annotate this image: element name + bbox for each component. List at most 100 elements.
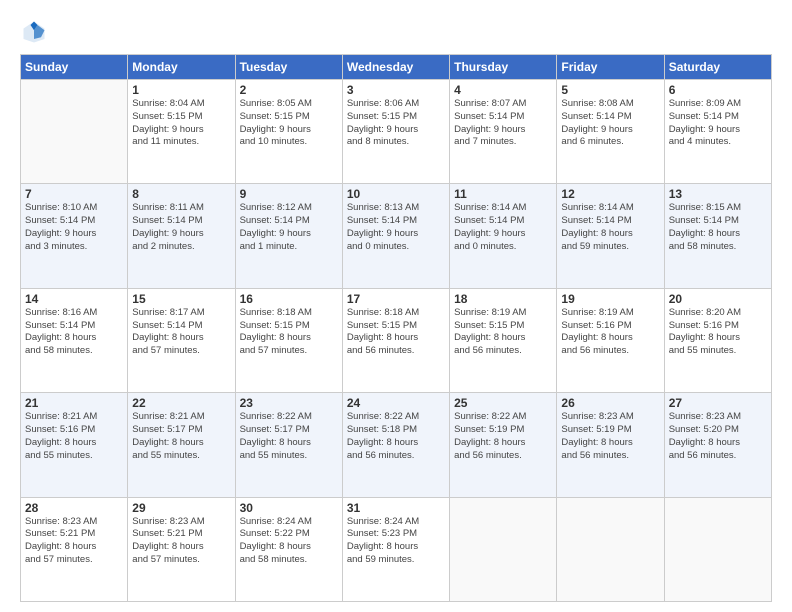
calendar-cell: 14Sunrise: 8:16 AM Sunset: 5:14 PM Dayli… [21, 288, 128, 392]
day-number: 24 [347, 396, 445, 410]
day-number: 27 [669, 396, 767, 410]
calendar-cell: 7Sunrise: 8:10 AM Sunset: 5:14 PM Daylig… [21, 184, 128, 288]
day-info: Sunrise: 8:19 AM Sunset: 5:15 PM Dayligh… [454, 307, 552, 358]
calendar-cell: 30Sunrise: 8:24 AM Sunset: 5:22 PM Dayli… [235, 497, 342, 601]
day-number: 10 [347, 187, 445, 201]
day-info: Sunrise: 8:14 AM Sunset: 5:14 PM Dayligh… [454, 202, 552, 253]
day-number: 4 [454, 83, 552, 97]
day-number: 13 [669, 187, 767, 201]
day-info: Sunrise: 8:15 AM Sunset: 5:14 PM Dayligh… [669, 202, 767, 253]
day-info: Sunrise: 8:18 AM Sunset: 5:15 PM Dayligh… [347, 307, 445, 358]
day-info: Sunrise: 8:24 AM Sunset: 5:23 PM Dayligh… [347, 516, 445, 567]
day-info: Sunrise: 8:22 AM Sunset: 5:19 PM Dayligh… [454, 411, 552, 462]
day-number: 17 [347, 292, 445, 306]
day-number: 16 [240, 292, 338, 306]
day-number: 22 [132, 396, 230, 410]
calendar-cell: 22Sunrise: 8:21 AM Sunset: 5:17 PM Dayli… [128, 393, 235, 497]
calendar-cell: 28Sunrise: 8:23 AM Sunset: 5:21 PM Dayli… [21, 497, 128, 601]
day-number: 6 [669, 83, 767, 97]
day-number: 25 [454, 396, 552, 410]
day-info: Sunrise: 8:21 AM Sunset: 5:16 PM Dayligh… [25, 411, 123, 462]
day-info: Sunrise: 8:22 AM Sunset: 5:18 PM Dayligh… [347, 411, 445, 462]
day-number: 18 [454, 292, 552, 306]
day-info: Sunrise: 8:04 AM Sunset: 5:15 PM Dayligh… [132, 98, 230, 149]
calendar-cell: 8Sunrise: 8:11 AM Sunset: 5:14 PM Daylig… [128, 184, 235, 288]
day-info: Sunrise: 8:23 AM Sunset: 5:21 PM Dayligh… [25, 516, 123, 567]
calendar-week-4: 21Sunrise: 8:21 AM Sunset: 5:16 PM Dayli… [21, 393, 772, 497]
calendar: SundayMondayTuesdayWednesdayThursdayFrid… [20, 54, 772, 602]
day-info: Sunrise: 8:07 AM Sunset: 5:14 PM Dayligh… [454, 98, 552, 149]
day-number: 26 [561, 396, 659, 410]
calendar-cell [557, 497, 664, 601]
day-number: 11 [454, 187, 552, 201]
page: SundayMondayTuesdayWednesdayThursdayFrid… [0, 0, 792, 612]
day-info: Sunrise: 8:17 AM Sunset: 5:14 PM Dayligh… [132, 307, 230, 358]
day-info: Sunrise: 8:18 AM Sunset: 5:15 PM Dayligh… [240, 307, 338, 358]
day-number: 1 [132, 83, 230, 97]
calendar-cell: 10Sunrise: 8:13 AM Sunset: 5:14 PM Dayli… [342, 184, 449, 288]
column-header-monday: Monday [128, 55, 235, 80]
day-info: Sunrise: 8:13 AM Sunset: 5:14 PM Dayligh… [347, 202, 445, 253]
day-info: Sunrise: 8:22 AM Sunset: 5:17 PM Dayligh… [240, 411, 338, 462]
calendar-cell: 2Sunrise: 8:05 AM Sunset: 5:15 PM Daylig… [235, 80, 342, 184]
logo [20, 18, 52, 46]
calendar-cell [664, 497, 771, 601]
calendar-cell: 17Sunrise: 8:18 AM Sunset: 5:15 PM Dayli… [342, 288, 449, 392]
day-number: 15 [132, 292, 230, 306]
calendar-cell: 24Sunrise: 8:22 AM Sunset: 5:18 PM Dayli… [342, 393, 449, 497]
day-number: 20 [669, 292, 767, 306]
day-info: Sunrise: 8:19 AM Sunset: 5:16 PM Dayligh… [561, 307, 659, 358]
calendar-cell: 26Sunrise: 8:23 AM Sunset: 5:19 PM Dayli… [557, 393, 664, 497]
day-info: Sunrise: 8:20 AM Sunset: 5:16 PM Dayligh… [669, 307, 767, 358]
day-info: Sunrise: 8:12 AM Sunset: 5:14 PM Dayligh… [240, 202, 338, 253]
day-info: Sunrise: 8:23 AM Sunset: 5:20 PM Dayligh… [669, 411, 767, 462]
calendar-cell: 25Sunrise: 8:22 AM Sunset: 5:19 PM Dayli… [450, 393, 557, 497]
day-number: 30 [240, 501, 338, 515]
day-number: 8 [132, 187, 230, 201]
calendar-cell: 13Sunrise: 8:15 AM Sunset: 5:14 PM Dayli… [664, 184, 771, 288]
calendar-week-1: 1Sunrise: 8:04 AM Sunset: 5:15 PM Daylig… [21, 80, 772, 184]
day-info: Sunrise: 8:06 AM Sunset: 5:15 PM Dayligh… [347, 98, 445, 149]
column-header-sunday: Sunday [21, 55, 128, 80]
day-info: Sunrise: 8:14 AM Sunset: 5:14 PM Dayligh… [561, 202, 659, 253]
day-number: 12 [561, 187, 659, 201]
calendar-cell: 4Sunrise: 8:07 AM Sunset: 5:14 PM Daylig… [450, 80, 557, 184]
column-header-friday: Friday [557, 55, 664, 80]
day-number: 31 [347, 501, 445, 515]
calendar-week-5: 28Sunrise: 8:23 AM Sunset: 5:21 PM Dayli… [21, 497, 772, 601]
calendar-cell: 12Sunrise: 8:14 AM Sunset: 5:14 PM Dayli… [557, 184, 664, 288]
calendar-cell: 5Sunrise: 8:08 AM Sunset: 5:14 PM Daylig… [557, 80, 664, 184]
calendar-cell: 16Sunrise: 8:18 AM Sunset: 5:15 PM Dayli… [235, 288, 342, 392]
column-header-thursday: Thursday [450, 55, 557, 80]
day-info: Sunrise: 8:21 AM Sunset: 5:17 PM Dayligh… [132, 411, 230, 462]
day-number: 23 [240, 396, 338, 410]
calendar-cell: 29Sunrise: 8:23 AM Sunset: 5:21 PM Dayli… [128, 497, 235, 601]
day-number: 7 [25, 187, 123, 201]
calendar-cell: 19Sunrise: 8:19 AM Sunset: 5:16 PM Dayli… [557, 288, 664, 392]
calendar-cell: 9Sunrise: 8:12 AM Sunset: 5:14 PM Daylig… [235, 184, 342, 288]
calendar-cell: 20Sunrise: 8:20 AM Sunset: 5:16 PM Dayli… [664, 288, 771, 392]
day-info: Sunrise: 8:10 AM Sunset: 5:14 PM Dayligh… [25, 202, 123, 253]
logo-icon [20, 18, 48, 46]
calendar-header-row: SundayMondayTuesdayWednesdayThursdayFrid… [21, 55, 772, 80]
day-number: 3 [347, 83, 445, 97]
day-number: 14 [25, 292, 123, 306]
day-number: 2 [240, 83, 338, 97]
day-info: Sunrise: 8:05 AM Sunset: 5:15 PM Dayligh… [240, 98, 338, 149]
day-number: 9 [240, 187, 338, 201]
day-info: Sunrise: 8:09 AM Sunset: 5:14 PM Dayligh… [669, 98, 767, 149]
calendar-cell: 6Sunrise: 8:09 AM Sunset: 5:14 PM Daylig… [664, 80, 771, 184]
column-header-saturday: Saturday [664, 55, 771, 80]
day-info: Sunrise: 8:23 AM Sunset: 5:21 PM Dayligh… [132, 516, 230, 567]
day-info: Sunrise: 8:16 AM Sunset: 5:14 PM Dayligh… [25, 307, 123, 358]
calendar-cell [21, 80, 128, 184]
calendar-cell: 11Sunrise: 8:14 AM Sunset: 5:14 PM Dayli… [450, 184, 557, 288]
column-header-tuesday: Tuesday [235, 55, 342, 80]
header [20, 18, 772, 46]
calendar-week-3: 14Sunrise: 8:16 AM Sunset: 5:14 PM Dayli… [21, 288, 772, 392]
day-info: Sunrise: 8:23 AM Sunset: 5:19 PM Dayligh… [561, 411, 659, 462]
day-info: Sunrise: 8:08 AM Sunset: 5:14 PM Dayligh… [561, 98, 659, 149]
day-number: 29 [132, 501, 230, 515]
calendar-cell: 18Sunrise: 8:19 AM Sunset: 5:15 PM Dayli… [450, 288, 557, 392]
calendar-cell: 27Sunrise: 8:23 AM Sunset: 5:20 PM Dayli… [664, 393, 771, 497]
